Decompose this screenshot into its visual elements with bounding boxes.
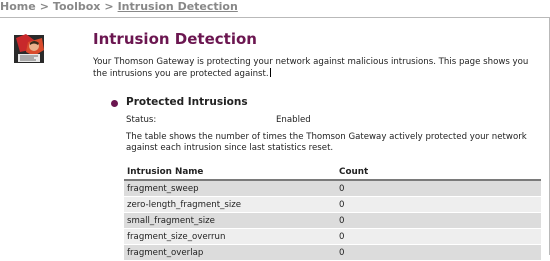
- table-header-row: Intrusion Name Count: [124, 164, 541, 181]
- section-title: Protected Intrusions: [126, 96, 248, 108]
- status-label: Status:: [126, 115, 157, 125]
- table-row: zero-length_fragment_size 0: [124, 196, 541, 213]
- intrusion-count-cell: 0: [336, 244, 541, 261]
- breadcrumb: Home > Toolbox > Intrusion Detection: [0, 0, 550, 16]
- intro-text: Your Thomson Gateway is protecting your …: [93, 57, 543, 80]
- breadcrumb-separator: >: [104, 0, 114, 13]
- section-bullet-icon: [111, 100, 118, 107]
- section-description: The table shows the number of times the …: [126, 132, 527, 153]
- breadcrumb-toolbox-link[interactable]: Toolbox: [53, 0, 100, 13]
- breadcrumb-home-link[interactable]: Home: [0, 0, 36, 13]
- status-value: Enabled: [276, 115, 311, 125]
- text-cursor: [269, 68, 271, 77]
- breadcrumb-current-link[interactable]: Intrusion Detection: [118, 0, 238, 13]
- table-row: fragment_sweep 0: [124, 180, 541, 197]
- intrusion-count-cell: 0: [336, 212, 541, 229]
- intrusion-detection-icon: [14, 34, 44, 63]
- content-panel: Intrusion Detection Your Thomson Gateway…: [0, 17, 550, 261]
- intrusion-count-cell: 0: [336, 228, 541, 245]
- intrusion-name-cell: fragment_overlap: [124, 244, 336, 261]
- intrusion-name-cell: zero-length_fragment_size: [124, 196, 336, 213]
- column-header-count: Count: [336, 164, 541, 181]
- column-header-name: Intrusion Name: [124, 164, 336, 181]
- breadcrumb-separator: >: [39, 0, 49, 13]
- intrusion-count-cell: 0: [336, 196, 541, 213]
- intrusions-table: Intrusion Name Count fragment_sweep 0 ze…: [124, 164, 541, 261]
- intro-text-content: Your Thomson Gateway is protecting your …: [93, 57, 529, 79]
- table-row: small_fragment_size 0: [124, 212, 541, 229]
- intrusion-count-cell: 0: [336, 180, 541, 197]
- intrusion-name-cell: small_fragment_size: [124, 212, 336, 229]
- page-title: Intrusion Detection: [93, 30, 257, 48]
- table-row: fragment_size_overrun 0: [124, 228, 541, 245]
- table-row: fragment_overlap 0: [124, 244, 541, 261]
- intrusion-name-cell: fragment_sweep: [124, 180, 336, 197]
- intrusion-name-cell: fragment_size_overrun: [124, 228, 336, 245]
